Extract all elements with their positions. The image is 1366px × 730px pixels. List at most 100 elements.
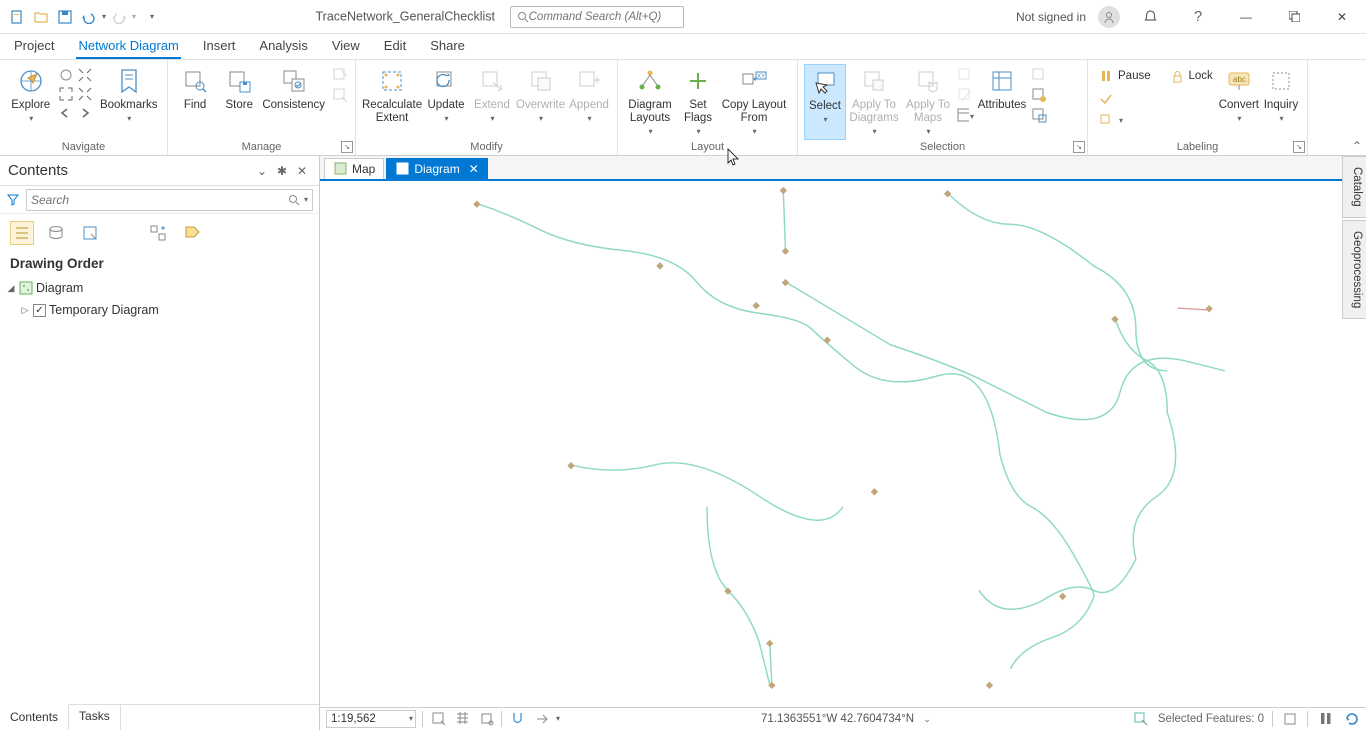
manage-icon-1[interactable] [331,66,349,84]
full-extent-icon[interactable] [57,66,75,84]
prev-extent-icon[interactable] [57,104,75,122]
set-flags-button[interactable]: Set Flags [678,64,718,140]
diagram-layouts-button[interactable]: Diagram Layouts [624,64,676,140]
view-tab-map[interactable]: Map [324,158,384,179]
scale-input[interactable]: 1:19,562 ▾ [326,710,416,728]
contents-search-input[interactable] [31,193,288,207]
explore-dropdown[interactable] [28,112,33,125]
tab-project[interactable]: Project [12,34,56,59]
sb-constraint-icon[interactable] [532,710,550,728]
minimize-button[interactable]: — [1228,6,1264,28]
signin-label[interactable]: Not signed in [1016,10,1086,24]
next-extent-icon[interactable] [76,104,94,122]
sel-icon-2[interactable] [956,86,974,104]
redo-icon[interactable] [108,6,130,28]
pane-tab-contents[interactable]: Contents [0,704,69,730]
inquiry-button[interactable]: Inquiry [1261,64,1301,140]
apply-to-diagrams-button[interactable]: Apply To Diagrams [848,64,900,140]
coords-dropdown-icon[interactable]: ⌄ [923,714,931,724]
sel-icon-4[interactable] [1030,66,1048,84]
command-search[interactable] [510,6,684,28]
zoom-fixed-in-icon[interactable] [76,66,94,84]
extend-button[interactable]: Extend [470,64,514,140]
search-dropdown-icon[interactable]: ▾ [304,195,308,204]
inquiry-dropdown[interactable] [1279,112,1284,125]
bookmarks-button[interactable]: Bookmarks [96,64,161,140]
maximize-button[interactable] [1276,6,1312,28]
pane-pin-icon[interactable]: ✱ [273,162,291,180]
list-by-labeling-icon[interactable] [180,221,204,245]
find-button[interactable]: Find [174,64,216,140]
sb-icon-3[interactable] [477,710,495,728]
tab-view[interactable]: View [330,34,362,59]
bookmarks-dropdown[interactable] [126,112,131,125]
overwrite-dropdown[interactable] [538,112,543,125]
pause-drawing-icon[interactable] [1316,710,1334,728]
sb-dropdown-icon[interactable]: ▾ [556,714,560,723]
append-dropdown[interactable] [587,112,592,125]
close-button[interactable]: ✕ [1324,6,1360,28]
sb-snapping-icon[interactable] [508,710,526,728]
scale-dropdown-icon[interactable]: ▾ [409,714,413,723]
zoom-fixed-out-icon[interactable] [76,85,94,103]
pause-button[interactable]: Pause [1094,66,1165,86]
sb-catalog-icon[interactable] [1281,710,1299,728]
bell-icon[interactable] [1132,6,1168,28]
command-search-input[interactable] [529,11,678,23]
dock-tab-geoprocessing[interactable]: Geoprocessing [1342,220,1366,319]
pane-menu-icon[interactable]: ⌄ [253,162,271,180]
manage-dialog-launcher[interactable]: ↘ [341,141,353,153]
help-icon[interactable]: ? [1180,6,1216,28]
more-labeling-icon[interactable] [1094,88,1165,108]
convert-button[interactable]: abc Convert [1219,64,1259,140]
append-button[interactable]: Append [567,64,611,140]
sb-icon-2[interactable] [453,710,471,728]
extend-dropdown[interactable] [489,112,494,125]
undo-icon[interactable] [78,6,100,28]
overwrite-button[interactable]: Overwrite [516,64,565,140]
list-by-selection-icon[interactable] [78,221,102,245]
apply-to-maps-button[interactable]: Apply To Maps [902,64,954,140]
tab-analysis[interactable]: Analysis [257,34,309,59]
tree-layer-temporary[interactable]: ▷ Temporary Diagram [6,299,313,321]
update-button[interactable]: Update [424,64,468,140]
sb-icon-1[interactable] [429,710,447,728]
tab-share[interactable]: Share [428,34,467,59]
select-button[interactable]: Select [804,64,846,140]
tree-toggle-icon[interactable]: ▷ [20,305,30,316]
sel-icon-1[interactable] [956,66,974,84]
explore-button[interactable]: Explore [6,64,55,140]
pane-close-icon[interactable]: ✕ [293,162,311,180]
list-by-source-icon[interactable] [44,221,68,245]
tab-insert[interactable]: Insert [201,34,238,59]
zoom-sel-icon[interactable] [57,85,75,103]
new-project-icon[interactable] [6,6,28,28]
tab-edit[interactable]: Edit [382,34,408,59]
dock-tab-catalog[interactable]: Catalog [1342,156,1366,218]
save-project-icon[interactable] [54,6,76,28]
select-dropdown[interactable] [822,113,827,126]
list-by-snapping-icon[interactable] [146,221,170,245]
view-tab-close-icon[interactable]: ✕ [469,162,479,176]
store-button[interactable]: Store [218,64,260,140]
list-by-drawing-order-icon[interactable] [10,221,34,245]
search-icon[interactable] [288,194,300,206]
attributes-button[interactable]: Attributes [976,64,1028,140]
lock-button[interactable]: Lock [1167,66,1217,86]
sel-icon-6[interactable] [1030,106,1048,124]
selection-dialog-launcher[interactable]: ↘ [1073,141,1085,153]
selected-features-icon[interactable] [1132,710,1150,728]
manage-icon-2[interactable] [331,86,349,104]
filter-icon[interactable] [6,192,22,208]
list-by-editing-icon[interactable] [112,221,136,245]
avatar-icon[interactable] [1098,6,1120,28]
layer-visibility-checkbox[interactable] [33,304,46,317]
refresh-icon[interactable] [1342,710,1360,728]
recalculate-extent-button[interactable]: Recalculate Extent [362,64,422,140]
convert-dropdown[interactable] [1236,112,1241,125]
copy-layout-from-button[interactable]: XY Copy Layout From [720,64,788,140]
sel-icon-3[interactable] [956,106,974,124]
tree-toggle-icon[interactable]: ◢ [6,283,16,294]
tab-network-diagram[interactable]: Network Diagram [76,34,180,59]
open-project-icon[interactable] [30,6,52,28]
